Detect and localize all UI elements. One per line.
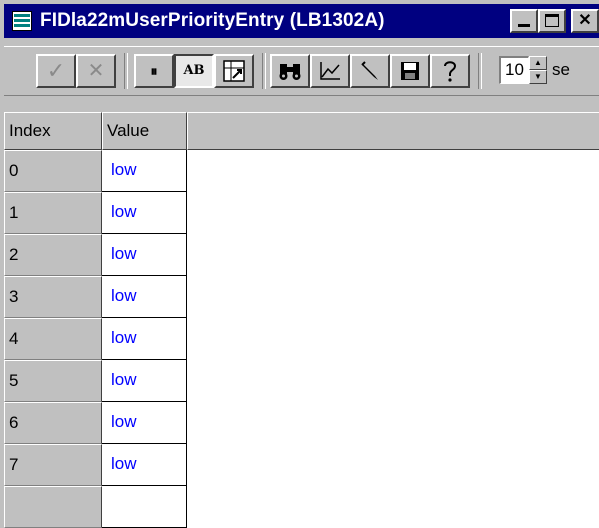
new-row-index-cell[interactable] (4, 486, 102, 528)
ab-toggle-button[interactable]: AB (174, 54, 214, 88)
toolbar: ✓ ✕ ⏸ AB 10 ▲ ▼ se (4, 46, 599, 96)
grid-header: Index Value (4, 112, 599, 150)
row-index-cell[interactable]: 4 (4, 318, 102, 360)
close-icon: ✕ (578, 12, 592, 29)
caret-up-icon: ▲ (534, 58, 542, 67)
value-cell[interactable]: low (102, 318, 187, 360)
help-button[interactable] (430, 54, 470, 88)
value-cell[interactable]: low (102, 276, 187, 318)
refresh-interval-input[interactable]: 10 (499, 56, 529, 84)
value-cell[interactable]: low (102, 234, 187, 276)
minimize-icon (518, 24, 530, 27)
binoculars-icon (279, 64, 301, 80)
cross-icon: ✕ (87, 60, 105, 82)
seconds-label: se (552, 60, 570, 79)
maximize-button[interactable] (538, 9, 566, 33)
column-header-value[interactable]: Value (102, 112, 187, 150)
new-row-value-cell[interactable] (102, 486, 187, 528)
title-bar[interactable]: FIDla22mUserPriorityEntry (LB1302A) ✕ (4, 4, 599, 38)
find-button[interactable] (270, 54, 310, 88)
value-cell[interactable]: low (102, 444, 187, 486)
resize-grid-icon (223, 60, 245, 82)
maximize-icon (545, 14, 559, 27)
check-icon: ✓ (46, 58, 66, 83)
minimize-button[interactable] (510, 9, 538, 33)
value-cell[interactable]: low (102, 402, 187, 444)
window-title: FIDla22mUserPriorityEntry (LB1302A) (40, 10, 385, 31)
resize-grid-button[interactable] (214, 54, 254, 88)
line-chart-icon (320, 62, 340, 80)
app-window: FIDla22mUserPriorityEntry (LB1302A) ✕ ✓ … (0, 0, 599, 528)
toolbar-separator (262, 53, 266, 89)
row-index-cell[interactable]: 6 (4, 402, 102, 444)
value-cell[interactable]: low (102, 150, 187, 192)
caret-down-icon: ▼ (534, 72, 542, 81)
apply-button[interactable]: ✓ (36, 54, 76, 88)
table-icon (12, 11, 32, 31)
save-button[interactable] (390, 54, 430, 88)
help-icon (444, 61, 457, 82)
refresh-interval-stepper: ▲ ▼ (529, 56, 547, 84)
row-index-cell[interactable]: 5 (4, 360, 102, 402)
cancel-button[interactable]: ✕ (76, 54, 116, 88)
edit-button[interactable] (350, 54, 390, 88)
column-header-index[interactable]: Index (4, 112, 102, 150)
pencil-icon (361, 61, 378, 80)
toolbar-separator (124, 53, 128, 89)
row-index-cell[interactable]: 1 (4, 192, 102, 234)
ab-icon: AB (183, 63, 205, 78)
row-index-cell[interactable]: 7 (4, 444, 102, 486)
grid-empty-area (187, 150, 599, 528)
pause-icon: ⏸ (150, 63, 158, 79)
row-index-cell[interactable]: 2 (4, 234, 102, 276)
column-header-filler (187, 112, 599, 150)
close-button[interactable]: ✕ (571, 9, 599, 33)
toolbar-separator (478, 53, 482, 89)
floppy-disk-icon (401, 62, 419, 80)
value-cell[interactable]: low (102, 192, 187, 234)
spin-up-button[interactable]: ▲ (529, 56, 547, 70)
chart-button[interactable] (310, 54, 350, 88)
data-grid: Index Value 0 low 1 low 2 low 3 low 4 lo… (4, 112, 599, 528)
row-index-cell[interactable]: 3 (4, 276, 102, 318)
pause-button[interactable]: ⏸ (134, 54, 174, 88)
spin-down-button[interactable]: ▼ (529, 70, 547, 84)
value-cell[interactable]: low (102, 360, 187, 402)
row-index-cell[interactable]: 0 (4, 150, 102, 192)
